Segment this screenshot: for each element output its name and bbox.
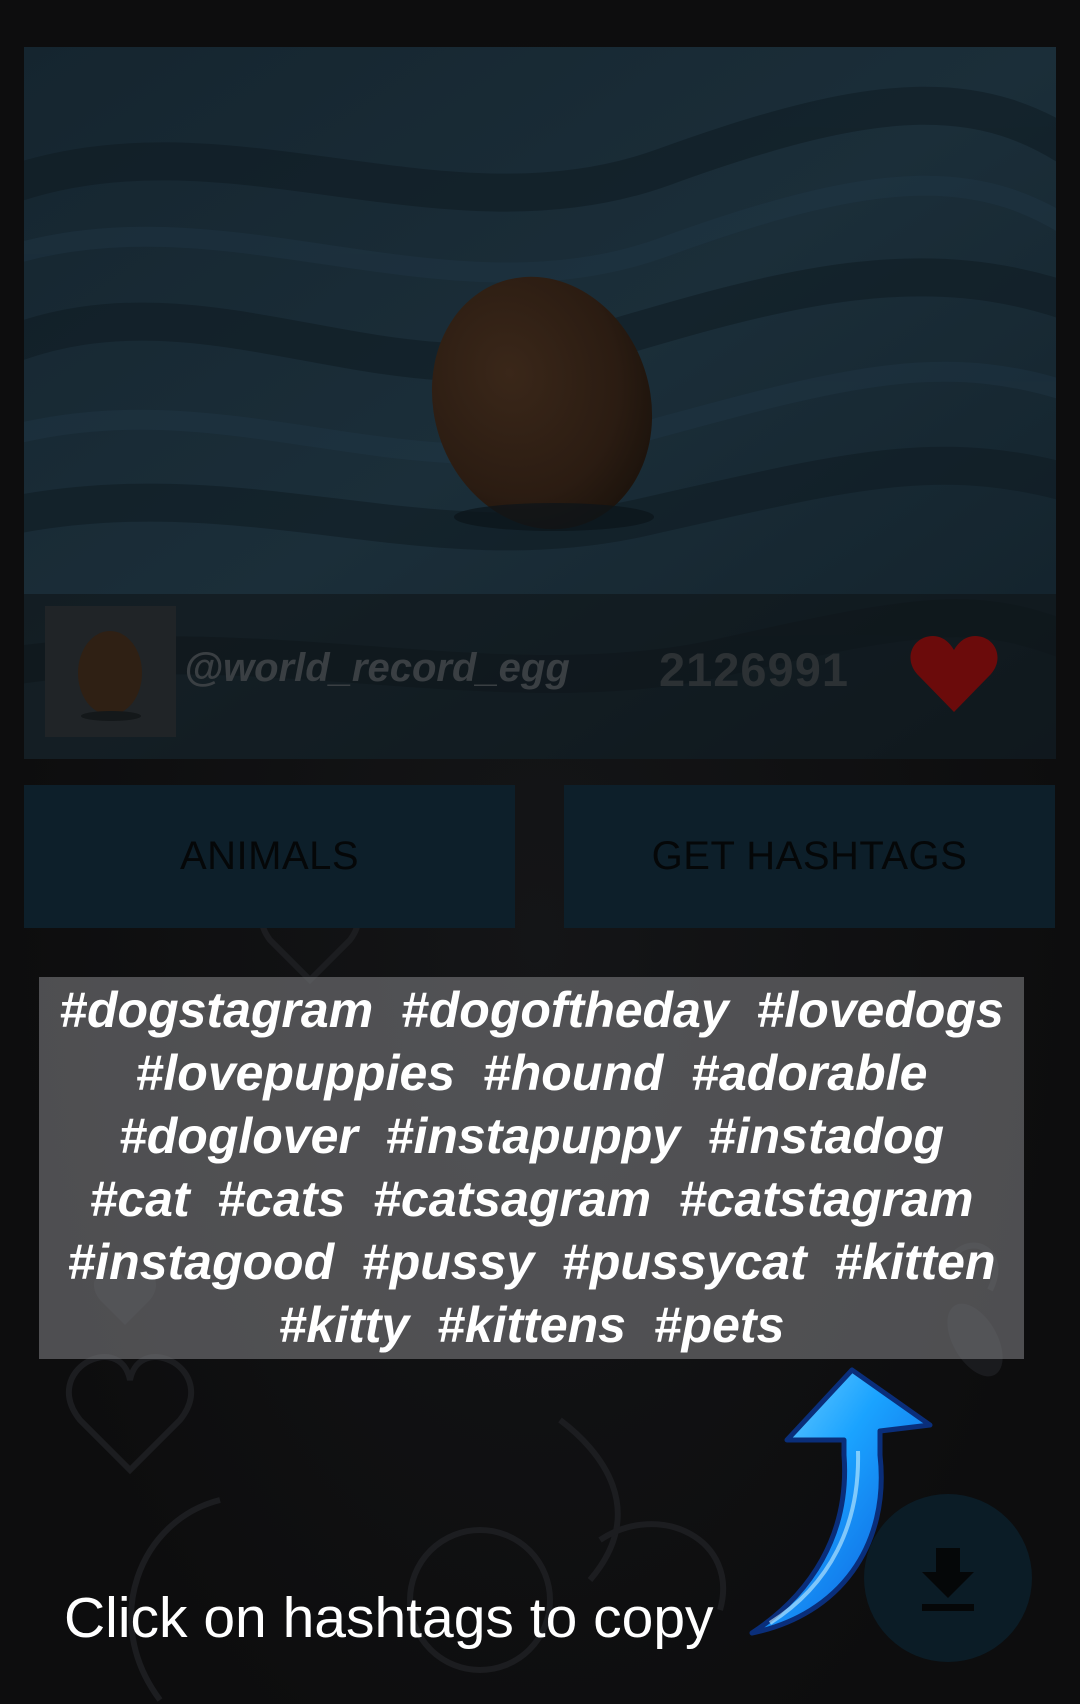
heart-icon[interactable]: [909, 634, 999, 714]
hashtag-line[interactable]: #cat #cats #catsagram #catstagram: [90, 1168, 974, 1231]
hashtag-line[interactable]: #doglover #instapuppy #instadog: [119, 1105, 944, 1168]
hashtag-list[interactable]: #dogstagram #dogoftheday #lovedogs #love…: [39, 977, 1024, 1359]
get-hashtags-button[interactable]: GET HASHTAGS: [564, 785, 1055, 928]
curved-arrow-up-icon: [749, 1367, 933, 1636]
app-screen: @world_record_egg 2126991 ANIMALS GET HA…: [0, 0, 1080, 1704]
hashtag-line[interactable]: #lovepuppies #hound #adorable: [136, 1042, 928, 1105]
avatar[interactable]: [45, 606, 176, 737]
copy-hint: Click on hashtags to copy: [64, 1586, 714, 1650]
like-count: 2126991: [659, 643, 849, 696]
hashtag-line[interactable]: #kitty #kittens #pets: [279, 1294, 785, 1357]
post-username[interactable]: @world_record_egg: [184, 646, 570, 691]
hashtag-line[interactable]: #instagood #pussy #pussycat #kitten: [67, 1231, 995, 1294]
post-image-card[interactable]: @world_record_egg 2126991: [24, 47, 1056, 759]
post-info-row: @world_record_egg 2126991: [24, 594, 1056, 759]
category-button-animals[interactable]: ANIMALS: [24, 785, 515, 928]
hashtag-line[interactable]: #dogstagram #dogoftheday #lovedogs: [59, 979, 1004, 1042]
